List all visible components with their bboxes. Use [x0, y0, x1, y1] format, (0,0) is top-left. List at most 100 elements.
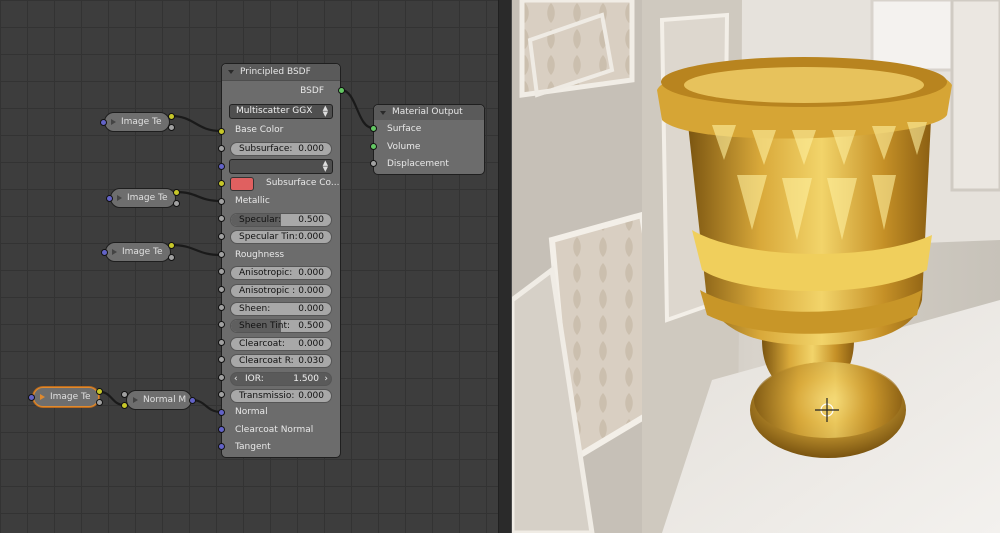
area-divider[interactable] [498, 0, 512, 533]
clearcoat-socket[interactable] [218, 339, 225, 346]
input-socket[interactable] [101, 249, 108, 256]
image-texture-node-4-selected[interactable]: Image Te [33, 387, 99, 407]
collapse-arrow-icon[interactable] [117, 195, 122, 201]
distribution-dropdown[interactable]: Multiscatter GGX ▲ ▼ [229, 104, 333, 119]
input-socket[interactable] [100, 119, 107, 126]
strength-input-socket[interactable] [121, 391, 128, 398]
decrement-arrow-icon[interactable]: ‹ [234, 373, 238, 385]
ior-socket[interactable] [218, 374, 225, 381]
clearcoat-roughness-socket[interactable] [218, 356, 225, 363]
field-value: 0.000 [298, 268, 324, 278]
anisotropic-rotation-field[interactable]: Anisotropic : 0.000 [230, 284, 332, 298]
increment-arrow-icon[interactable]: › [324, 373, 328, 385]
node-header[interactable]: Principled BSDF [222, 64, 340, 81]
anisotropic-socket[interactable] [218, 268, 225, 275]
node-header[interactable]: Material Output [374, 105, 484, 120]
link-image3-roughness [170, 243, 222, 257]
specular-tint-field[interactable]: Specular Tin: 0.000 [230, 230, 332, 244]
node-editor[interactable]: Image Te Image Te Image Te Image Te Norm… [0, 0, 498, 533]
link-normalmap-normal [191, 398, 222, 414]
field-label: Subsurface: [239, 144, 293, 154]
transmission-socket[interactable] [218, 391, 225, 398]
render-viewport[interactable] [512, 0, 1000, 533]
clearcoat-normal-socket[interactable] [218, 426, 225, 433]
field-label: Transmissio: [239, 391, 295, 401]
node-label: Normal M [143, 395, 187, 405]
roughness-label: Roughness [235, 250, 285, 260]
node-label: Image Te [127, 193, 168, 203]
field-value: 0.500 [298, 215, 324, 225]
sheen-socket[interactable] [218, 304, 225, 311]
collapse-arrow-icon[interactable] [112, 249, 117, 255]
sheen-tint-field[interactable]: Sheen Tint: 0.500 [230, 319, 332, 333]
roughness-socket[interactable] [218, 251, 225, 258]
collapse-arrow-icon[interactable] [111, 119, 116, 125]
field-label: Specular: [239, 215, 282, 225]
surface-label: Surface [387, 124, 422, 134]
transmission-field[interactable]: Transmissio: 0.000 [230, 389, 332, 403]
sheen-field[interactable]: Sheen: 0.000 [230, 302, 332, 316]
subsurface-method-dropdown[interactable]: ▲ ▼ [229, 159, 333, 174]
color-output-socket[interactable] [173, 189, 180, 196]
node-label: Image Te [121, 117, 162, 127]
subsurface-color-label: Subsurface Co... [266, 178, 340, 188]
field-value: 0.030 [298, 356, 324, 366]
subsurface-color-swatch[interactable] [230, 177, 254, 191]
color-input-socket[interactable] [121, 402, 128, 409]
base-color-socket[interactable] [218, 128, 225, 135]
color-output-socket[interactable] [168, 242, 175, 249]
input-socket[interactable] [28, 394, 35, 401]
clearcoat-normal-label: Clearcoat Normal [235, 425, 314, 435]
field-label: Clearcoat R: [239, 356, 294, 366]
color-output-socket[interactable] [168, 113, 175, 120]
normal-map-node[interactable]: Normal M [126, 390, 192, 410]
field-label: Anisotropic : [239, 286, 296, 296]
alpha-output-socket[interactable] [173, 200, 180, 207]
subsurface-color-socket[interactable] [218, 180, 225, 187]
subsurface-radius-socket[interactable] [218, 163, 225, 170]
input-socket[interactable] [106, 195, 113, 202]
clearcoat-field[interactable]: Clearcoat: 0.000 [230, 337, 332, 351]
color-output-socket[interactable] [96, 388, 103, 395]
normal-output-socket[interactable] [189, 397, 196, 404]
link-image1-basecolor [170, 114, 222, 133]
collapse-arrow-icon[interactable] [133, 397, 138, 403]
metallic-socket[interactable] [218, 198, 225, 205]
collapse-triangle-icon[interactable] [228, 70, 234, 74]
specular-tint-socket[interactable] [218, 233, 225, 240]
normal-socket[interactable] [218, 409, 225, 416]
field-value: 1.500 [293, 374, 319, 384]
tangent-socket[interactable] [218, 443, 225, 450]
material-output-node[interactable]: Material Output Surface Volume Displacem… [373, 104, 485, 175]
field-value: 0.000 [298, 286, 324, 296]
anisotropic-field[interactable]: Anisotropic: 0.000 [230, 266, 332, 280]
field-label: Anisotropic: [239, 268, 293, 278]
image-texture-node-3[interactable]: Image Te [105, 242, 171, 262]
field-label: Specular Tin: [239, 232, 298, 242]
specular-socket[interactable] [218, 215, 225, 222]
image-texture-node-2[interactable]: Image Te [110, 188, 176, 208]
image-texture-node-1[interactable]: Image Te [104, 112, 170, 132]
principled-bsdf-node[interactable]: Principled BSDF BSDF Multiscatter GGX ▲ ▼… [221, 63, 341, 458]
collapse-arrow-icon[interactable] [40, 394, 45, 400]
alpha-output-socket[interactable] [168, 124, 175, 131]
bsdf-output-socket[interactable] [338, 87, 345, 94]
collapse-triangle-icon[interactable] [380, 111, 386, 115]
field-value: 0.000 [298, 339, 324, 349]
specular-field[interactable]: Specular: 0.500 [230, 213, 332, 227]
clearcoat-roughness-field[interactable]: Clearcoat R: 0.030 [230, 354, 332, 368]
ior-field[interactable]: ‹ IOR: 1.500 › [230, 372, 332, 386]
displacement-socket[interactable] [370, 160, 377, 167]
subsurface-field[interactable]: Subsurface: 0.000 [230, 142, 332, 156]
subsurface-socket[interactable] [218, 145, 225, 152]
surface-socket[interactable] [370, 125, 377, 132]
alpha-output-socket[interactable] [96, 399, 103, 406]
alpha-output-socket[interactable] [168, 254, 175, 261]
node-label: Image Te [122, 247, 163, 257]
rendered-scene [512, 0, 1000, 533]
field-label: IOR: [245, 374, 264, 384]
sheen-tint-socket[interactable] [218, 321, 225, 328]
anisotropic-rotation-socket[interactable] [218, 286, 225, 293]
volume-label: Volume [387, 142, 421, 152]
volume-socket[interactable] [370, 143, 377, 150]
